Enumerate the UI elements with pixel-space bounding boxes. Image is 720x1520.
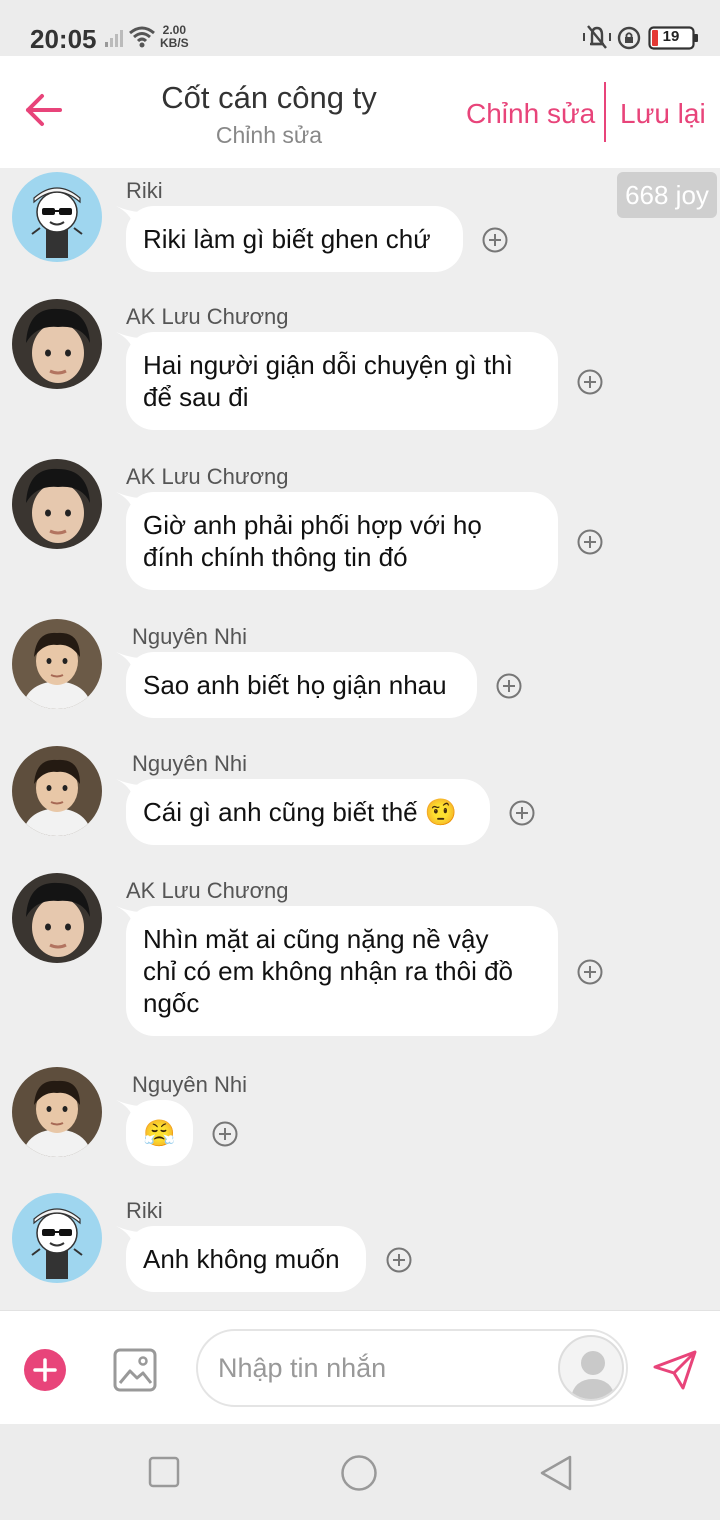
- message-bubble[interactable]: Sao anh biết họ giận nhau: [126, 652, 477, 718]
- page-title: Cốt cán công ty: [161, 80, 377, 115]
- sender-name: Riki: [126, 178, 163, 203]
- cartoon-sunglasses-avatar[interactable]: [12, 1193, 102, 1283]
- child-photo-avatar[interactable]: [12, 1067, 102, 1157]
- system-navigation-bar: [0, 1424, 720, 1520]
- message-text-line: để sau đi: [143, 382, 249, 412]
- home-circle-icon[interactable]: [340, 1454, 378, 1492]
- message-text-line: Hai người giận dỗi chuyện gì thì: [143, 350, 513, 380]
- sender-name: AK Lưu Chương: [126, 464, 289, 489]
- chat-message-list[interactable]: Riki Riki làm gì biết ghen chứ 668 joy A…: [0, 168, 720, 1310]
- speed-unit: KB/S: [160, 36, 189, 50]
- add-reaction-icon[interactable]: [495, 672, 523, 700]
- message-bubble[interactable]: 😤: [126, 1100, 193, 1166]
- message-placeholder: Nhập tin nhắn: [218, 1353, 387, 1383]
- edit-button[interactable]: Chỉnh sửa: [466, 98, 595, 130]
- message-text: Cái gì anh cũng biết thế 🤨: [143, 797, 458, 827]
- sender-name: Nguyên Nhi: [132, 751, 247, 776]
- add-attachment-button[interactable]: [24, 1349, 66, 1391]
- message-bubble[interactable]: Riki làm gì biết ghen chứ: [126, 206, 463, 272]
- top-app-bar: Cốt cán công ty Chỉnh sửa Chỉnh sửa Lưu …: [0, 56, 720, 168]
- message-bubble[interactable]: Nhìn mặt ai cũng nặng nề vậy chỉ có em k…: [126, 906, 558, 1036]
- user-avatar-placeholder-icon[interactable]: [558, 1335, 624, 1401]
- message-bubble[interactable]: Cái gì anh cũng biết thế 🤨: [126, 779, 490, 845]
- send-icon[interactable]: [652, 1349, 698, 1391]
- image-gallery-icon[interactable]: [112, 1347, 158, 1393]
- status-bar: 20:05 2.00 KB/S 19: [0, 0, 720, 56]
- plus-icon: [33, 1358, 57, 1382]
- emoji-message: 😤: [143, 1118, 176, 1148]
- message-text-line: đính chính thông tin đó: [143, 542, 408, 572]
- message-text: Riki làm gì biết ghen chứ: [143, 224, 431, 254]
- wifi-icon: [129, 26, 155, 48]
- message-text-line: chỉ có em không nhận ra thôi đồ: [143, 956, 514, 986]
- message-bubble[interactable]: Anh không muốn: [126, 1226, 366, 1292]
- cartoon-sunglasses-avatar[interactable]: [12, 172, 102, 262]
- page-subtitle: Chỉnh sửa: [215, 122, 323, 148]
- sender-name: Nguyên Nhi: [132, 624, 247, 649]
- message-bubble[interactable]: Hai người giận dỗi chuyện gì thì để sau …: [126, 332, 558, 430]
- network-speed: 2.00 KB/S: [160, 24, 189, 50]
- header-divider: [604, 82, 606, 142]
- add-reaction-icon[interactable]: [576, 368, 604, 396]
- boy-photo-avatar[interactable]: [12, 459, 102, 549]
- add-reaction-icon[interactable]: [576, 528, 604, 556]
- sender-name: AK Lưu Chương: [126, 304, 289, 329]
- save-button[interactable]: Lưu lại: [620, 98, 706, 130]
- battery-level: 19: [662, 28, 680, 45]
- recents-square-icon[interactable]: [148, 1456, 180, 1488]
- sender-name: Nguyên Nhi: [132, 1072, 247, 1097]
- vibrate-bell-icon: [583, 25, 611, 49]
- boy-photo-avatar[interactable]: [12, 299, 102, 389]
- message-text: Sao anh biết họ giận nhau: [143, 670, 447, 700]
- message-text-line: Giờ anh phải phối hợp với họ: [143, 510, 482, 540]
- add-reaction-icon[interactable]: [576, 958, 604, 986]
- child-photo-avatar[interactable]: [12, 619, 102, 709]
- sender-name: AK Lưu Chương: [126, 878, 289, 903]
- add-reaction-icon[interactable]: [481, 226, 509, 254]
- message-input[interactable]: Nhập tin nhắn: [196, 1329, 628, 1407]
- signal-icon: [105, 30, 123, 47]
- rotation-lock-icon: [617, 26, 641, 50]
- boy-photo-avatar[interactable]: [12, 873, 102, 963]
- back-arrow-icon[interactable]: [20, 86, 68, 134]
- back-triangle-icon[interactable]: [538, 1454, 574, 1492]
- joy-badge: 668 joy: [617, 172, 717, 218]
- message-text-line: Nhìn mặt ai cũng nặng nề vậy: [143, 924, 489, 954]
- sender-name: Riki: [126, 1198, 163, 1223]
- message-bubble[interactable]: Giờ anh phải phối hợp với họ đính chính …: [126, 492, 558, 590]
- add-reaction-icon[interactable]: [508, 799, 536, 827]
- message-composer: Nhập tin nhắn: [0, 1310, 720, 1424]
- message-text: Anh không muốn: [143, 1244, 340, 1274]
- status-time: 20:05: [30, 24, 97, 54]
- add-reaction-icon[interactable]: [211, 1120, 239, 1148]
- child-photo-avatar[interactable]: [12, 746, 102, 836]
- message-text-line: ngốc: [143, 988, 200, 1018]
- add-reaction-icon[interactable]: [385, 1246, 413, 1274]
